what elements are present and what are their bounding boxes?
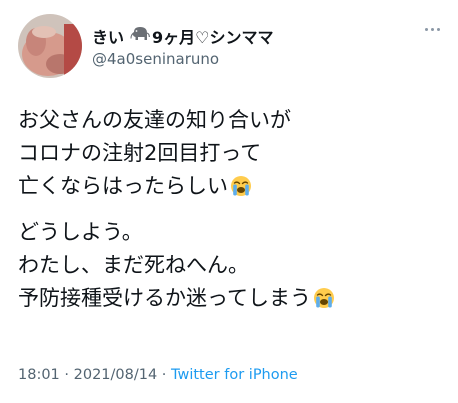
tweet-line: お父さんの友達の知り合いが [18,108,291,132]
tweet-line: コロナの注射2回目打って [18,141,262,165]
user-handle[interactable]: @4a0seninaruno [92,50,219,68]
tweet-line: 予防接種受けるか迷ってしまう [18,282,443,319]
tweet-card: きい 9ヶ月♡シンママ @4a0seninaruno お父さんの友達の知り合いが… [0,0,458,403]
tweet-meta: 18:01 · 2021/08/14 · Twitter for iPhone [18,367,298,383]
display-name[interactable]: きい 9ヶ月♡シンママ [92,24,274,48]
tweet-paragraph: どうしよう。 わたし、まだ死ねへん。 予防接種受けるか迷ってしまう [18,216,443,319]
tweet-paragraph: お父さんの友達の知り合いが コロナの注射2回目打って 亡くならはったらしい [18,104,443,207]
tweet-text: お父さんの友達の知り合いが コロナの注射2回目打って 亡くならはったらしい どう… [18,104,443,319]
tweet-date[interactable]: 2021/08/14 [74,367,158,383]
tweet-line: わたし、まだ死ねへん。 [18,253,249,277]
tweet-line: どうしよう。 [18,220,143,244]
display-name-suffix: 9ヶ月♡シンママ [152,28,274,47]
tweet-line: 亡くならはったらしい [18,170,443,207]
display-name-text: きい [92,28,125,47]
loudly-crying-face-icon [230,174,252,207]
meta-separator: · [157,367,172,383]
avatar[interactable] [18,14,82,78]
more-options-icon[interactable] [421,24,444,35]
loudly-crying-face-icon [313,286,335,319]
elephant-icon [130,26,150,46]
tweet-source-link[interactable]: Twitter for iPhone [171,367,298,383]
meta-separator: · [59,367,74,383]
tweet-time[interactable]: 18:01 [18,367,60,383]
